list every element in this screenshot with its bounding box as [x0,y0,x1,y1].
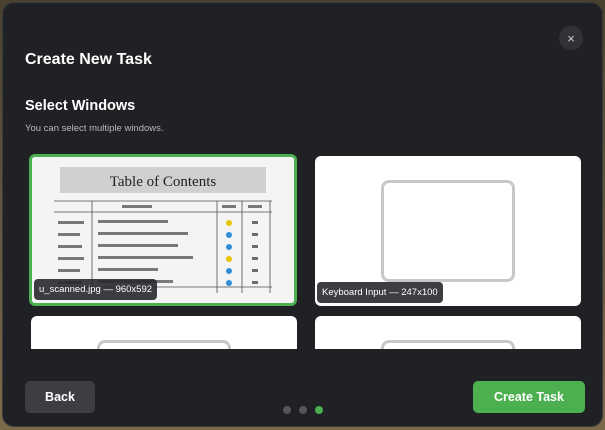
section-title: Select Windows [25,98,136,114]
dialog-title: Create New Task [25,51,152,68]
pagination-dot [283,406,291,414]
window-placeholder-icon [97,340,231,349]
window-grid: Table of Contents u_scanned.jpg — 960x59… [27,151,587,349]
create-task-button[interactable]: Create Task [473,381,585,413]
close-button[interactable]: × [559,26,583,50]
close-icon: × [567,30,575,46]
window-card[interactable] [315,316,581,349]
window-card-scanned[interactable]: Table of Contents u_scanned.jpg — 960x59… [29,154,297,306]
section-subtitle: You can select multiple windows. [25,123,164,134]
window-placeholder-icon [381,340,515,349]
back-button[interactable]: Back [25,381,95,413]
window-card-keyboard-input[interactable]: Keyboard Input — 247x100 [315,156,581,306]
pagination-dot-active [315,406,323,414]
window-label: u_scanned.jpg — 960x592 [34,279,158,300]
create-task-dialog: × Create New Task Select Windows You can… [2,2,603,427]
pagination-dots [283,406,323,414]
window-label: Keyboard Input — 247x100 [317,282,443,303]
scan-heading: Table of Contents [110,174,217,190]
pagination-dot [299,406,307,414]
window-placeholder-icon [381,180,515,282]
window-card[interactable] [31,316,297,349]
